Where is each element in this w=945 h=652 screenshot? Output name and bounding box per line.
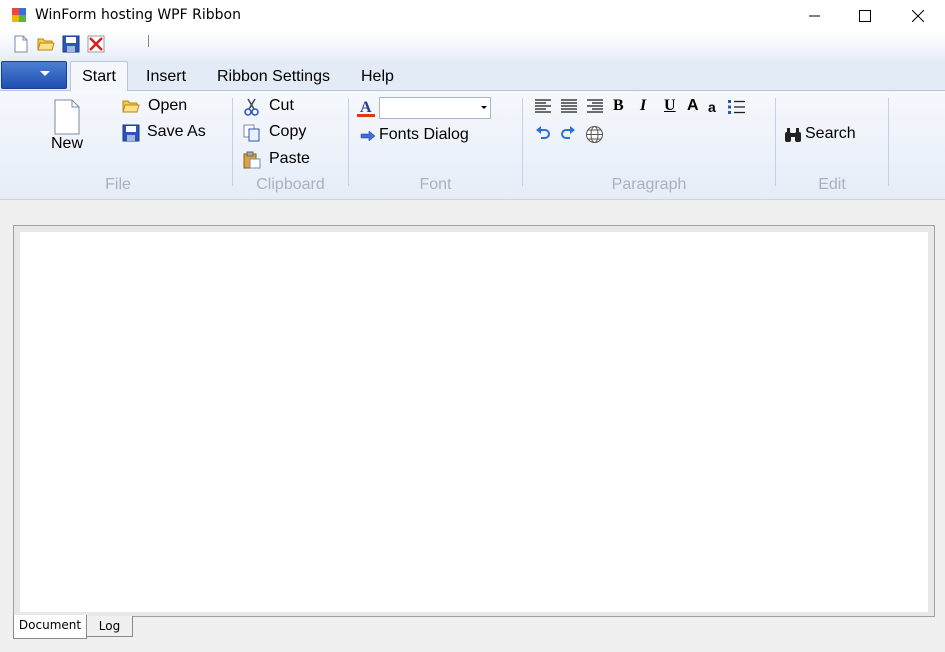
group-separator [888, 98, 889, 186]
minimize-button[interactable] [792, 0, 838, 31]
align-justify-icon[interactable] [561, 99, 577, 113]
maximize-button[interactable] [842, 0, 888, 31]
group-separator [348, 98, 349, 186]
quick-access-toolbar [0, 31, 945, 59]
open-folder-icon[interactable] [37, 35, 55, 53]
group-label-file: File [105, 176, 131, 193]
tab-help[interactable]: Help [361, 62, 394, 90]
app-icon [12, 8, 26, 22]
group-label-font: Font [419, 176, 452, 193]
svg-text:A: A [360, 99, 372, 116]
close-button[interactable] [895, 0, 941, 31]
copy-label: Copy [269, 123, 307, 140]
fonts-dialog-label: Fonts Dialog [379, 126, 469, 143]
save-as-button[interactable]: Save As [122, 123, 212, 143]
group-label-edit: Edit [818, 176, 846, 193]
grow-font-button[interactable]: A [687, 97, 699, 115]
align-left-icon[interactable] [535, 99, 551, 113]
tab-log[interactable]: Log [86, 616, 133, 637]
open-folder-icon [122, 100, 140, 113]
minimize-icon [809, 15, 820, 16]
new-label: New [51, 135, 84, 152]
close-window-icon [912, 9, 924, 22]
open-label: Open [148, 97, 188, 114]
document-editor[interactable] [20, 232, 928, 612]
globe-icon[interactable] [585, 125, 604, 144]
new-document-icon[interactable] [12, 35, 30, 53]
tab-document[interactable]: Document [13, 615, 87, 639]
ribbon-tab-row [0, 59, 945, 91]
copy-icon [243, 124, 260, 142]
application-menu-button[interactable] [1, 61, 67, 89]
font-color-icon[interactable]: A [357, 98, 375, 118]
search-label: Search [805, 125, 856, 142]
redo-icon[interactable] [560, 126, 576, 142]
chevron-down-icon [40, 71, 50, 76]
arrow-right-icon [360, 130, 376, 142]
cut-button[interactable]: Cut [243, 97, 323, 117]
cut-label: Cut [269, 97, 294, 114]
italic-button[interactable]: I [640, 97, 646, 115]
align-right-icon[interactable] [587, 99, 603, 113]
paste-icon [243, 151, 261, 169]
chevron-down-icon [481, 106, 487, 109]
bullet-list-icon[interactable] [728, 99, 745, 115]
copy-button[interactable]: Copy [243, 123, 323, 143]
group-separator [775, 98, 776, 186]
binoculars-icon [785, 128, 801, 142]
window-title: WinForm hosting WPF Ribbon [35, 7, 241, 23]
bold-button[interactable]: B [613, 97, 624, 115]
paste-button[interactable]: Paste [243, 150, 323, 170]
tab-ribbon-settings[interactable]: Ribbon Settings [217, 62, 330, 90]
open-button[interactable]: Open [122, 97, 202, 117]
search-button[interactable]: Search [784, 125, 864, 145]
group-label-clipboard: Clipboard [256, 176, 325, 193]
shrink-font-button[interactable]: a [708, 99, 716, 115]
paste-label: Paste [269, 150, 310, 167]
fonts-dialog-button[interactable]: Fonts Dialog [360, 126, 480, 146]
scissors-icon [244, 98, 259, 116]
group-separator [232, 98, 233, 186]
close-icon[interactable] [87, 35, 105, 53]
save-as-label: Save As [147, 123, 206, 140]
group-separator [522, 98, 523, 186]
underline-button[interactable]: U [664, 97, 676, 115]
save-icon[interactable] [62, 35, 80, 53]
tab-insert[interactable]: Insert [146, 62, 186, 90]
undo-icon[interactable] [535, 126, 551, 142]
save-icon [122, 124, 140, 142]
font-family-combobox[interactable] [379, 97, 491, 119]
qat-separator [148, 35, 149, 47]
tab-start[interactable]: Start [70, 61, 128, 92]
maximize-icon [859, 9, 871, 22]
group-label-paragraph: Paragraph [611, 176, 687, 193]
new-button[interactable]: New [48, 97, 88, 157]
new-document-large-icon [54, 99, 80, 135]
